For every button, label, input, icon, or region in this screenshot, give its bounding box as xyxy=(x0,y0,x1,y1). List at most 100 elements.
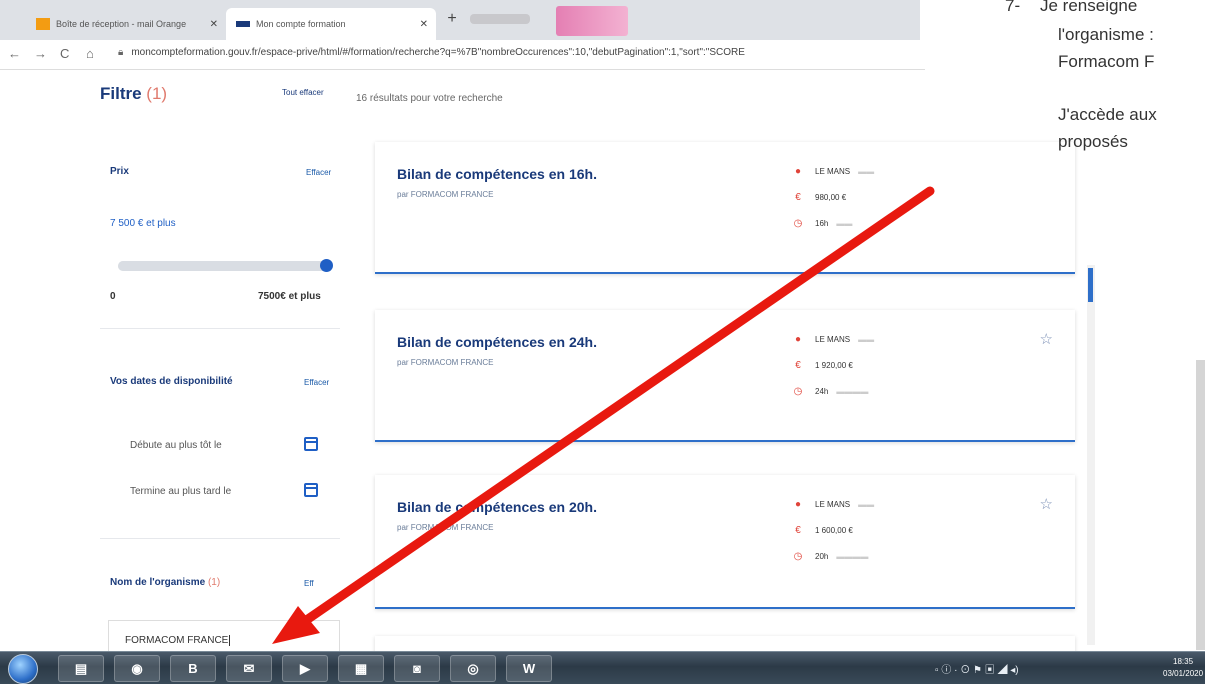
result-card[interactable]: Bilan de compétences en 24h. par FORMACO… xyxy=(375,310,1075,442)
tab-mon-compte-formation[interactable]: Mon compte formation ✕ xyxy=(226,8,436,40)
price-min-label: 0 xyxy=(110,291,116,302)
result-city-row: ● LE MANS ▬▬ xyxy=(793,334,874,345)
explorer-icon[interactable]: ▤ xyxy=(58,655,104,682)
clock-date: 03/01/2020 xyxy=(1163,669,1204,678)
forward-icon[interactable]: → xyxy=(34,46,47,61)
price-value: 7 500 € et plus xyxy=(110,218,176,229)
result-duration-row: ◷ 24h ▬▬▬▬ xyxy=(793,386,869,397)
organisme-input-value: FORMACOM FRANCE xyxy=(125,635,229,646)
close-icon[interactable]: ✕ xyxy=(210,19,218,30)
favorite-star-icon[interactable]: ☆ xyxy=(1040,495,1053,513)
blurred-text: ▬▬▬▬ xyxy=(836,552,869,561)
media-icon[interactable]: ◎ xyxy=(450,655,496,682)
back-icon[interactable]: ← xyxy=(8,46,21,61)
text-cursor xyxy=(229,635,231,646)
instruction-line: J'accède aux xyxy=(1058,105,1157,124)
euro-icon: € xyxy=(795,525,801,536)
scrollbar[interactable] xyxy=(1087,265,1095,645)
result-organisme: par FORMACOM FRANCE xyxy=(397,523,494,532)
organisme-label: Nom de l'organisme (1) xyxy=(110,577,220,588)
results-count: 16 résultats pour votre recherche xyxy=(356,93,503,104)
result-city-row: ● LE MANS ▬▬ xyxy=(793,499,874,510)
result-price: 1 920,00 € xyxy=(815,361,853,370)
organisme-count: (1) xyxy=(207,577,221,588)
blurred-text: ▬▬ xyxy=(858,167,875,176)
blurred-text: ▬▬▬▬ xyxy=(836,387,869,396)
reload-icon[interactable]: C xyxy=(60,46,69,61)
price-slider-handle[interactable] xyxy=(320,259,333,272)
location-pin-icon: ● xyxy=(794,499,802,510)
filter-title: Filtre (1) xyxy=(100,84,167,104)
result-duration: 24h xyxy=(815,387,829,396)
dates-clear-link[interactable]: Effacer xyxy=(304,378,329,387)
chrome-icon[interactable]: ◉ xyxy=(114,655,160,682)
result-card[interactable]: Bilan de compétences en 16h. par FORMACO… xyxy=(375,142,1075,274)
organisme-input[interactable]: FORMACOM FRANCE xyxy=(108,620,340,654)
end-date-label: Termine au plus tard le xyxy=(130,486,232,497)
close-icon[interactable]: ✕ xyxy=(420,19,428,30)
tab-label: Boîte de réception - mail Orange xyxy=(56,19,187,29)
result-card[interactable]: Bilan de compétences en 20h. par FORMACO… xyxy=(375,475,1075,609)
location-pin-icon: ● xyxy=(794,334,802,345)
result-title[interactable]: Bilan de compétences en 20h. xyxy=(397,499,597,515)
url-text: moncompteformation.gouv.fr/espace-prive/… xyxy=(131,47,745,58)
home-icon[interactable]: ⌂ xyxy=(86,46,94,61)
url-field[interactable]: 🔒︎ moncompteformation.gouv.fr/espace-priv… xyxy=(118,47,918,58)
price-label: Prix xyxy=(110,166,129,177)
result-duration: 20h xyxy=(815,552,829,561)
result-price: 980,00 € xyxy=(815,193,847,202)
organisme-clear-link[interactable]: Eff xyxy=(304,579,314,588)
calendar-icon[interactable] xyxy=(304,437,318,451)
instruction-line: Formacom F xyxy=(1058,52,1155,71)
scrollbar-thumb[interactable] xyxy=(1088,268,1093,302)
organisme-label-text: Nom de l'organisme xyxy=(110,577,206,588)
outlook-icon[interactable]: ✉ xyxy=(226,655,272,682)
system-tray[interactable]: ▫ ⓘ · ⊙ ⚑ ▣ ◢ ◂) xyxy=(935,661,1019,676)
location-pin-icon: ● xyxy=(794,166,802,177)
result-price: 1 600,00 € xyxy=(815,526,853,535)
result-title[interactable]: Bilan de compétences en 24h. xyxy=(397,334,597,350)
result-duration: 16h xyxy=(815,219,829,228)
dates-label: Vos dates de disponibilité xyxy=(110,376,233,387)
price-slider-fill xyxy=(118,261,330,271)
camera-icon[interactable]: ◙ xyxy=(394,655,440,682)
instruction-line: Je renseigne xyxy=(1040,0,1138,15)
instruction-line: l'organisme : xyxy=(1058,25,1154,44)
blurred-text: ▬▬ xyxy=(858,500,875,509)
mcf-logo-icon xyxy=(236,21,250,27)
b-app-icon[interactable]: B xyxy=(170,655,216,682)
calendar-icon[interactable] xyxy=(304,483,318,497)
blurred-tab xyxy=(470,14,530,24)
screenshot-page: Boîte de réception - mail Orange ✕ Mon c… xyxy=(0,0,1205,684)
lock-icon: 🔒︎ xyxy=(118,47,124,58)
clear-all-link[interactable]: Tout effacer xyxy=(282,88,324,97)
result-organisme: par FORMACOM FRANCE xyxy=(397,358,494,367)
address-bar: ← → C ⌂ 🔒︎ moncompteformation.gouv.fr/esp… xyxy=(0,40,925,70)
clock-icon: ◷ xyxy=(793,218,803,229)
start-date-label: Débute au plus tôt le xyxy=(130,440,222,451)
favorite-star-icon[interactable]: ☆ xyxy=(1040,330,1053,348)
divider xyxy=(100,328,340,329)
tab-orange-mail[interactable]: Boîte de réception - mail Orange ✕ xyxy=(26,8,226,40)
clock-icon: ◷ xyxy=(793,551,803,562)
result-city-row: ● LE MANS ▬▬ xyxy=(793,166,874,177)
clock[interactable]: 18:35 03/01/2020 xyxy=(1163,656,1203,680)
result-price-row: €980,00 € xyxy=(793,192,846,203)
step-number: 7- xyxy=(1005,0,1021,15)
pictures-icon[interactable]: ▦ xyxy=(338,655,384,682)
blurred-tab-image xyxy=(556,6,628,36)
result-city: LE MANS xyxy=(815,500,851,509)
result-price-row: €1 920,00 € xyxy=(793,360,853,371)
result-title[interactable]: Bilan de compétences en 16h. xyxy=(397,166,597,182)
word-icon[interactable]: W xyxy=(506,655,552,682)
price-slider[interactable] xyxy=(118,261,330,271)
result-duration-row: ◷ 16h ▬▬ xyxy=(793,218,853,229)
start-button[interactable] xyxy=(8,654,38,684)
filter-title-text: Filtre xyxy=(100,84,142,103)
new-tab-button[interactable]: + xyxy=(440,10,464,30)
zoom-icon[interactable]: ▶ xyxy=(282,655,328,682)
result-city: LE MANS xyxy=(815,335,851,344)
price-clear-link[interactable]: Effacer xyxy=(306,168,331,177)
euro-icon: € xyxy=(795,360,801,371)
browser-tab-strip: Boîte de réception - mail Orange ✕ Mon c… xyxy=(0,0,920,40)
